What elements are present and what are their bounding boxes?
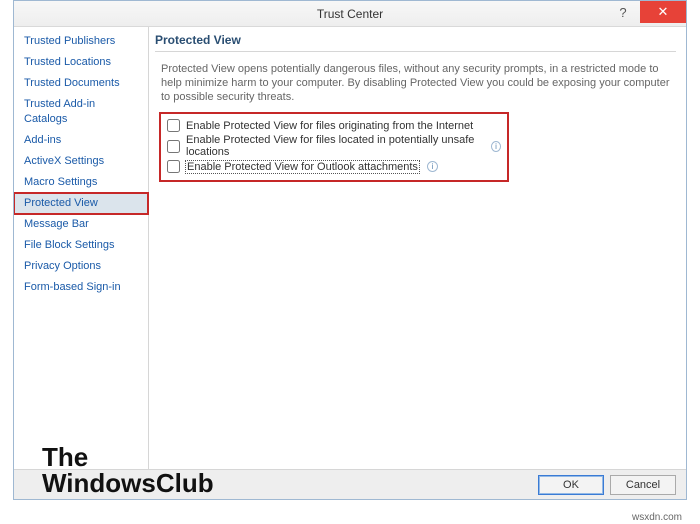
watermark-logo: The WindowsClub <box>42 444 214 496</box>
window-title: Trust Center <box>14 7 686 21</box>
checkbox-outlook-attachments[interactable] <box>167 160 180 173</box>
label-internet-files: Enable Protected View for files originat… <box>186 120 473 132</box>
titlebar: Trust Center ? ✕ <box>14 1 686 27</box>
sidebar: Trusted Publishers Trusted Locations Tru… <box>14 27 149 469</box>
checkbox-internet-files[interactable] <box>167 119 180 132</box>
section-description: Protected View opens potentially dangero… <box>155 60 676 112</box>
sidebar-item-trusted-addin-catalogs[interactable]: Trusted Add-in Catalogs <box>14 94 148 130</box>
sidebar-item-activex-settings[interactable]: ActiveX Settings <box>14 151 148 172</box>
option-outlook-attachments: Enable Protected View for Outlook attach… <box>167 159 501 174</box>
protected-view-options: Enable Protected View for files originat… <box>159 112 509 182</box>
section-title: Protected View <box>155 33 676 49</box>
dialog-body: Trusted Publishers Trusted Locations Tru… <box>14 27 686 469</box>
sidebar-item-trusted-documents[interactable]: Trusted Documents <box>14 73 148 94</box>
content-panel: Protected View Protected View opens pote… <box>149 27 686 469</box>
sidebar-item-protected-view[interactable]: Protected View <box>14 193 148 214</box>
source-badge: wsxdn.com <box>632 512 682 523</box>
label-unsafe-locations: Enable Protected View for files located … <box>186 134 483 158</box>
sidebar-item-message-bar[interactable]: Message Bar <box>14 214 148 235</box>
option-internet-files: Enable Protected View for files originat… <box>167 118 501 133</box>
sidebar-item-macro-settings[interactable]: Macro Settings <box>14 172 148 193</box>
trust-center-dialog: Trust Center ? ✕ Trusted Publishers Trus… <box>13 0 687 500</box>
info-icon[interactable]: i <box>491 141 501 152</box>
option-unsafe-locations: Enable Protected View for files located … <box>167 133 501 159</box>
close-icon[interactable]: ✕ <box>640 1 686 23</box>
sidebar-item-privacy-options[interactable]: Privacy Options <box>14 256 148 277</box>
sidebar-item-trusted-locations[interactable]: Trusted Locations <box>14 52 148 73</box>
info-icon[interactable]: i <box>427 161 438 172</box>
label-outlook-attachments: Enable Protected View for Outlook attach… <box>186 161 419 173</box>
sidebar-item-file-block-settings[interactable]: File Block Settings <box>14 235 148 256</box>
window-controls: ? ✕ <box>606 1 686 23</box>
help-icon[interactable]: ? <box>606 1 640 23</box>
cancel-button[interactable]: Cancel <box>610 475 676 495</box>
checkbox-unsafe-locations[interactable] <box>167 140 180 153</box>
sidebar-item-form-based-signin[interactable]: Form-based Sign-in <box>14 277 148 298</box>
sidebar-item-addins[interactable]: Add-ins <box>14 130 148 151</box>
sidebar-item-trusted-publishers[interactable]: Trusted Publishers <box>14 31 148 52</box>
section-header: Protected View <box>155 31 676 52</box>
ok-button[interactable]: OK <box>538 475 604 495</box>
